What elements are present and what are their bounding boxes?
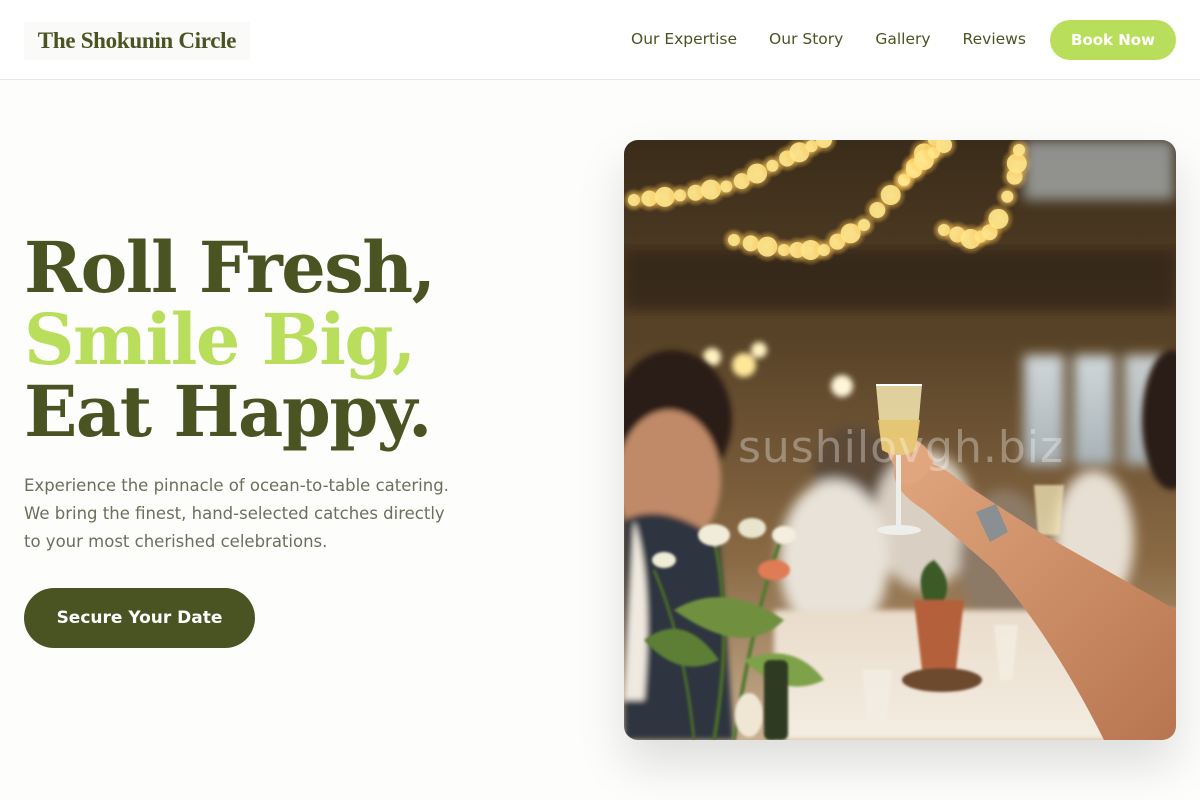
- hero-headline: Roll Fresh, Smile Big, Eat Happy.: [24, 226, 436, 453]
- nav-link-story[interactable]: Our Story: [769, 28, 843, 50]
- subtitle-line-3: to your most cherished celebrations.: [24, 532, 328, 551]
- secure-date-button[interactable]: Secure Your Date: [24, 588, 255, 648]
- nav-link-gallery[interactable]: Gallery: [875, 28, 930, 50]
- subtitle-line-1: Experience the pinnacle of ocean-to-tabl…: [24, 476, 449, 495]
- headline-line-2: Smile Big,: [24, 298, 416, 381]
- nav-link-reviews[interactable]: Reviews: [963, 28, 1026, 50]
- hero-subtitle: Experience the pinnacle of ocean-to-tabl…: [24, 472, 484, 556]
- image-watermark: sushilovgh.biz: [738, 422, 1065, 473]
- main-nav: Our Expertise Our Story Gallery Reviews: [631, 28, 1026, 50]
- hero-image: sushilovgh.biz: [624, 140, 1176, 740]
- book-now-button[interactable]: Book Now: [1050, 20, 1176, 60]
- headline-line-3: Eat Happy.: [24, 370, 432, 453]
- site-logo[interactable]: The Shokunin Circle: [24, 22, 250, 60]
- subtitle-line-2: We bring the finest, hand-selected catch…: [24, 504, 445, 523]
- site-header: The Shokunin Circle Our Expertise Our St…: [0, 0, 1200, 80]
- headline-line-1: Roll Fresh,: [24, 226, 436, 309]
- nav-link-expertise[interactable]: Our Expertise: [631, 28, 737, 50]
